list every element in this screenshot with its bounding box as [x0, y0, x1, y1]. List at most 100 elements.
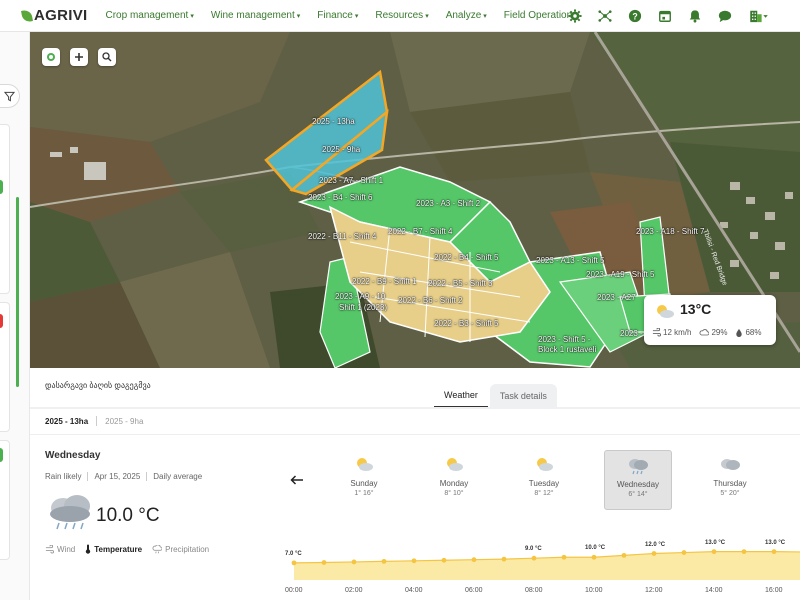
chevron-down-icon: ▾ — [190, 12, 194, 20]
temperature-point[interactable] — [471, 557, 477, 563]
x-tick-label: 12:00 — [645, 587, 663, 594]
field-label[interactable]: 2022 - B5 - Shift 3 — [428, 279, 492, 288]
field-label[interactable]: 2023 - A3 - Shift 2 — [416, 199, 480, 208]
data-label: 9.0 °C — [525, 546, 542, 553]
temperature-point[interactable] — [441, 557, 447, 563]
search-button[interactable] — [98, 48, 116, 66]
temperature-point[interactable] — [621, 552, 627, 558]
sidebar-card[interactable] — [0, 124, 10, 294]
temperature-point[interactable] — [591, 554, 597, 560]
temperature-point[interactable] — [681, 550, 687, 555]
x-tick-label: 06:00 — [465, 587, 483, 594]
forecast-day-monday[interactable]: Monday 8° 10° — [420, 450, 488, 510]
temperature-point[interactable] — [291, 560, 297, 566]
field-label[interactable]: 2023 - A27 — [597, 293, 636, 302]
brand-logo[interactable]: AGRIVI — [21, 7, 87, 24]
field-label[interactable]: 2022 - B7 - Shift 4 — [388, 227, 452, 236]
temperature-point[interactable] — [741, 549, 747, 555]
field-chip-active[interactable]: 2025 - 13ha — [45, 417, 88, 426]
forecast-day-thursday[interactable]: Thursday 5° 20° — [696, 450, 764, 510]
data-label: 13.0 °C — [765, 539, 786, 546]
filter-button[interactable] — [0, 84, 20, 108]
add-button[interactable] — [70, 48, 88, 66]
field-label[interactable]: 2023 - A9 - 10 — [335, 292, 385, 301]
divider — [30, 434, 800, 435]
divider — [87, 472, 89, 481]
field-label[interactable]: 2022 - B4 - Shift 5 — [434, 253, 498, 262]
metric-precipitation[interactable]: Precipitation — [152, 544, 209, 554]
chat-icon[interactable] — [718, 9, 732, 23]
help-icon[interactable]: ? — [628, 9, 642, 23]
previous-days-button[interactable] — [290, 472, 304, 490]
temperature-point[interactable] — [381, 558, 387, 564]
map-weather-widget[interactable]: 13°C 12 km/h 29% 68% — [644, 295, 776, 345]
field-label[interactable]: 2023 - Shift 5 - — [538, 335, 590, 344]
field-label[interactable]: 2022 - B6 - Shift 2 — [398, 296, 462, 305]
field-chip[interactable]: 2025 - 9ha — [105, 417, 143, 426]
thermometer-icon — [86, 544, 91, 554]
field-selector: 2025 - 13ha 2025 - 9ha — [45, 416, 143, 426]
temperature-point[interactable] — [771, 549, 777, 555]
temperature-point[interactable] — [351, 559, 357, 565]
forecast-day-wednesday[interactable]: Wednesday 6° 14° — [604, 450, 672, 510]
chevron-down-icon: ▾ — [296, 12, 301, 20]
forecast-day-name: Thursday — [713, 479, 747, 488]
field-label[interactable]: 2022 - B11 - Shift 4 — [308, 232, 376, 241]
x-tick-label: 16:00 — [765, 587, 783, 594]
gear-icon[interactable] — [568, 9, 582, 23]
sun-cloud-icon — [443, 456, 465, 474]
temperature-point[interactable] — [561, 554, 567, 560]
temperature-point[interactable] — [501, 556, 507, 562]
wind-icon — [652, 328, 661, 337]
forecast-temp-range: 8° 12° — [534, 490, 554, 497]
temperature-point[interactable] — [411, 558, 417, 564]
field-label[interactable]: Block 1 rustaveli — [538, 345, 596, 354]
nav-analyze[interactable]: Analyze ▾ — [446, 10, 487, 21]
field-label[interactable]: 2023 - A19 - Shift 5 — [586, 270, 655, 279]
layers-button[interactable] — [42, 48, 60, 66]
nav-label: Wine management — [210, 10, 295, 21]
scroll-indicator[interactable] — [16, 197, 19, 387]
day-meta: Rain likely Apr 15, 2025 Daily average — [45, 472, 202, 481]
sidebar-red-dot — [0, 314, 3, 328]
satellite-map[interactable]: 2025 - 13ha 2025 - 9ha 2023 - A7 - Shift 1… — [30, 32, 800, 368]
field-label[interactable]: 2025 - 9ha — [322, 145, 360, 154]
map-weather-temp: 13°C — [680, 301, 712, 317]
temperature-point[interactable] — [651, 551, 657, 556]
nav-resources[interactable]: Resources ▾ — [375, 10, 428, 21]
metric-wind[interactable]: Wind — [45, 544, 75, 554]
divider — [146, 472, 148, 481]
field-label[interactable]: 2022 - B3 - Shift 5 — [434, 319, 498, 328]
rain-status: Rain likely — [45, 472, 82, 481]
field-label[interactable]: 2023 - B4 - Shift 6 — [308, 193, 372, 202]
forecast-day-sunday[interactable]: Sunday 1° 16° — [330, 450, 398, 510]
nav-crop-management[interactable]: Crop management ▾ — [105, 10, 193, 21]
field-label[interactable]: Shift 1 (2023) — [339, 303, 387, 312]
metric-temperature[interactable]: Temperature — [85, 544, 142, 554]
temperature-point[interactable] — [531, 555, 537, 561]
temperature-point[interactable] — [711, 549, 717, 555]
building-icon[interactable] — [748, 9, 770, 23]
field-label[interactable]: 2023 - — [620, 329, 643, 338]
field-label[interactable]: 2022 - B9 - Shift 1 — [352, 277, 416, 286]
temperature-point[interactable] — [321, 560, 327, 565]
map-weather-humidity: 68% — [735, 328, 762, 337]
cloud-icon — [718, 456, 742, 474]
tab-task-details[interactable]: Task details — [489, 384, 557, 408]
forecast-day-tuesday[interactable]: Tuesday 8° 12° — [510, 450, 578, 510]
nav-label: Analyze — [445, 10, 482, 21]
nav-label: Crop management — [105, 10, 189, 21]
filter-icon — [4, 91, 15, 101]
field-label[interactable]: 2023 - A7 - Shift 1 — [319, 176, 383, 185]
field-label[interactable]: 2023 - A13 - Shift 5 — [536, 256, 605, 265]
nav-wine-management[interactable]: Wine management ▾ — [211, 10, 300, 21]
tab-weather[interactable]: Weather — [434, 384, 488, 408]
network-icon[interactable] — [598, 9, 612, 23]
cloud-rain-icon — [152, 544, 163, 553]
nav-finance[interactable]: Finance ▾ — [317, 10, 358, 21]
date-label: Apr 15, 2025 — [94, 472, 141, 481]
bell-icon[interactable] — [688, 9, 702, 23]
calendar-icon[interactable] — [658, 9, 672, 23]
field-label[interactable]: 2025 - 13ha — [312, 117, 355, 126]
field-label[interactable]: 2023 - A18 - Shift 7 — [636, 227, 705, 236]
